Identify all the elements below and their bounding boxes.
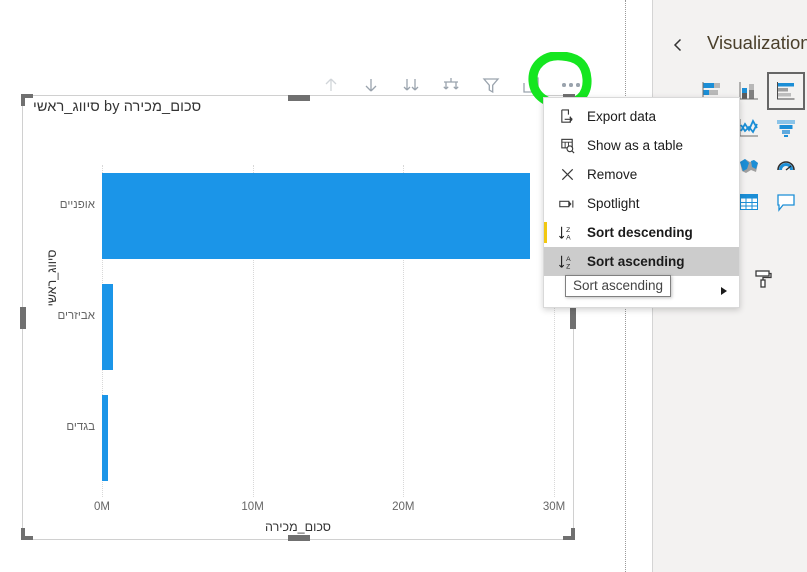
report-canvas[interactable]: סכום_מכירה by סיווג_ראשי אופניים אביזרים… (0, 0, 626, 572)
menu-item-label: Sort ascending (587, 254, 685, 269)
remove-icon (554, 165, 580, 185)
resize-handle-bottom-left[interactable] (21, 528, 33, 540)
bar-1[interactable] (102, 284, 113, 370)
power-bi-report-view: סכום_מכירה by סיווג_ראשי אופניים אביזרים… (0, 0, 807, 572)
y-axis-label-2: בגדים (66, 421, 95, 433)
menu-item-export-data[interactable]: Export data (544, 102, 739, 131)
svg-text:A: A (566, 256, 571, 263)
expand-next-level-icon[interactable] (400, 74, 422, 96)
format-tab[interactable] (747, 262, 779, 296)
card-icon[interactable] (769, 185, 803, 219)
ellipsis-glyph (559, 79, 583, 91)
sort-ascending-tooltip: Sort ascending (565, 275, 672, 297)
y-axis-category-labels: אופניים אביזרים בגדים (23, 165, 95, 497)
menu-item-sort-ascending[interactable]: A Z Sort ascending (544, 247, 739, 276)
more-options-icon[interactable] (560, 74, 582, 96)
svg-text:Z: Z (566, 263, 570, 270)
resize-handle-top-center[interactable] (288, 95, 310, 101)
menu-item-sort-descending[interactable]: Z A Sort descending (544, 218, 739, 247)
menu-item-show-as-a-table[interactable]: Show as a table (544, 131, 739, 160)
resize-handle-middle-left[interactable] (20, 307, 26, 329)
show-as-table-icon (554, 136, 580, 156)
x-axis-title: סכום_מכירה (265, 520, 331, 534)
resize-handle-top-left[interactable] (21, 94, 33, 106)
menu-item-spotlight[interactable]: Spotlight (544, 189, 739, 218)
x-axis-ticks: 0M 10M 20M 30M (94, 501, 565, 519)
menu-item-label: Show as a table (587, 138, 684, 153)
svg-text:Z: Z (566, 227, 570, 234)
chevron-left-icon[interactable] (665, 32, 691, 58)
focus-mode-icon[interactable] (520, 74, 542, 96)
clustered-bar-chart-icon[interactable] (767, 72, 805, 110)
filter-icon[interactable] (480, 74, 502, 96)
x-tick-2: 20M (392, 501, 415, 513)
drill-up-icon[interactable] (320, 74, 342, 96)
visual-header-toolbar[interactable] (320, 70, 582, 100)
x-tick-1: 10M (241, 501, 264, 513)
plot-area[interactable] (102, 165, 555, 497)
visualizations-pane-title: Visualizations (707, 32, 807, 53)
y-axis-label-0: אופניים (59, 199, 95, 211)
sort-descending-icon: Z A (554, 223, 580, 243)
expand-all-down-icon[interactable] (440, 74, 462, 96)
visual-title: סכום_מכירה by סיווג_ראשי (33, 99, 202, 115)
menu-item-remove[interactable]: Remove (544, 160, 739, 189)
bar-chart-visual[interactable]: סכום_מכירה by סיווג_ראשי אופניים אביזרים… (22, 95, 574, 540)
bar-2[interactable] (102, 395, 108, 481)
menu-item-label: Export data (587, 109, 657, 124)
y-axis-title: סיווג_ראשי (45, 249, 59, 307)
drill-down-toggle-icon[interactable] (360, 74, 382, 96)
funnel-chart-icon[interactable] (769, 111, 803, 145)
submenu-arrow-icon (721, 286, 727, 295)
gauge-icon[interactable] (769, 148, 803, 182)
sort-ascending-icon: A Z (554, 252, 580, 272)
resize-handle-bottom-center[interactable] (288, 535, 310, 541)
x-tick-3: 30M (542, 501, 566, 513)
active-sort-accent-bar (544, 222, 547, 243)
x-tick-0: 0M (94, 501, 110, 513)
spotlight-icon (554, 194, 580, 214)
menu-item-label: Sort descending (587, 225, 693, 240)
export-data-icon (554, 107, 580, 127)
resize-handle-bottom-right[interactable] (563, 528, 575, 540)
resize-handle-middle-right[interactable] (570, 307, 576, 329)
y-axis-label-1: אביזרים (57, 310, 95, 322)
bar-0[interactable] (102, 173, 530, 259)
menu-item-label: Spotlight (587, 196, 640, 211)
menu-item-label: Remove (587, 167, 638, 182)
svg-text:A: A (566, 234, 571, 241)
